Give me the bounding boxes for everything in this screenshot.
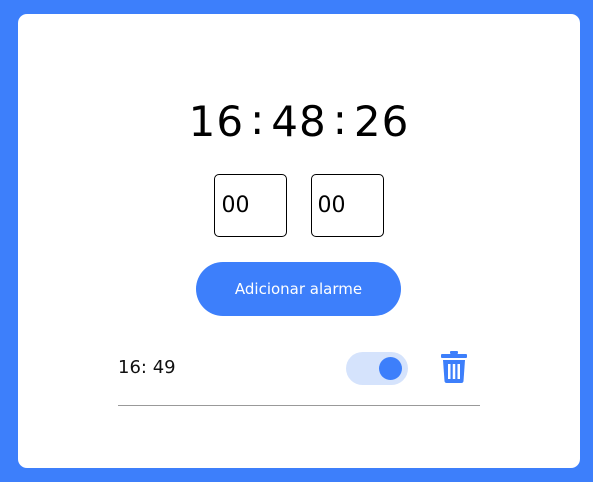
clock-separator: :	[332, 95, 348, 144]
current-time-display: 16:48:26	[18, 94, 580, 150]
alarm-time: 16: 49	[118, 357, 176, 378]
hour-input[interactable]	[214, 174, 288, 237]
alarm-toggle[interactable]	[346, 352, 408, 385]
alarm-list-item: 16: 49	[118, 347, 480, 406]
add-alarm-button[interactable]: Adicionar alarme	[196, 262, 401, 316]
trash-icon[interactable]	[441, 351, 467, 383]
clock-separator: :	[250, 95, 266, 144]
clock-seconds: 26	[353, 97, 410, 146]
toggle-knob	[379, 357, 402, 380]
clock-minutes: 48	[271, 97, 327, 146]
minute-input[interactable]	[310, 174, 384, 237]
clock-hours: 16	[188, 97, 245, 146]
alarm-card: 16:48:26 Adicionar alarme 16: 49	[18, 14, 580, 468]
alarm-time-inputs	[18, 174, 580, 237]
